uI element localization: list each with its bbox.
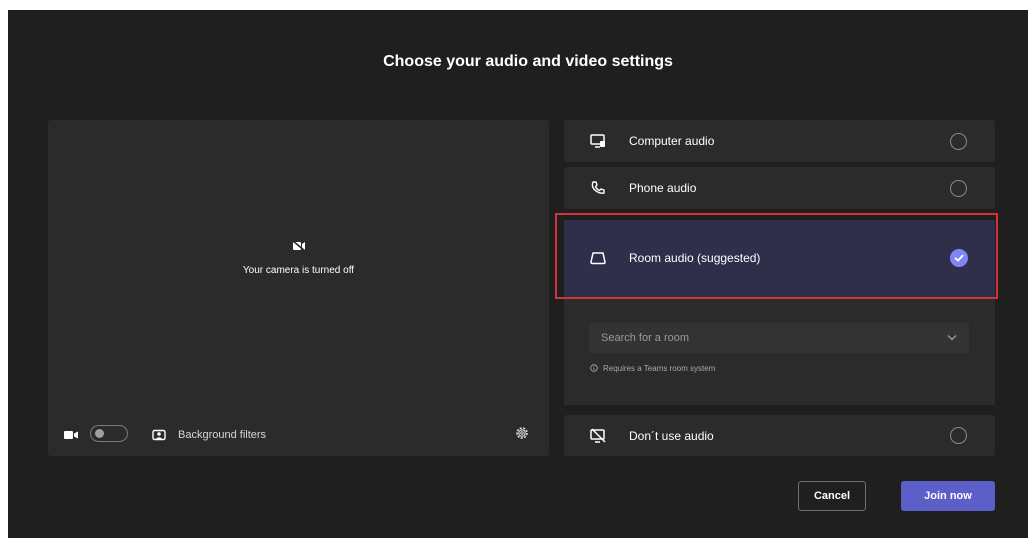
video-preview: Your camera is turned off Background fil…	[48, 120, 549, 456]
camera-icon	[64, 431, 78, 439]
room-audio-icon	[590, 252, 606, 265]
camera-off-indicator: Your camera is turned off	[48, 240, 549, 278]
audio-option-label: Phone audio	[629, 181, 697, 195]
camera-toggle[interactable]	[90, 425, 128, 442]
audio-option-computer[interactable]: Computer audio	[564, 120, 995, 162]
cancel-button[interactable]: Cancel	[798, 481, 866, 511]
audio-option-label: Room audio (suggested)	[629, 251, 761, 265]
background-filters-label[interactable]: Background filters	[178, 429, 266, 441]
preview-controls: Background filters	[48, 412, 549, 456]
audio-option-none[interactable]: Don´t use audio	[564, 415, 995, 456]
phone-audio-radio[interactable]	[950, 180, 967, 197]
computer-audio-radio[interactable]	[950, 133, 967, 150]
camera-off-message: Your camera is turned off	[242, 265, 355, 276]
audio-option-phone[interactable]: Phone audio	[564, 167, 995, 209]
background-filters-icon[interactable]	[152, 429, 166, 441]
computer-audio-icon	[590, 134, 605, 148]
room-requirement-note: Requires a Teams room system	[590, 364, 715, 373]
requirement-text: Requires a Teams room system	[603, 364, 716, 373]
join-now-button[interactable]: Join now	[901, 481, 995, 511]
no-audio-radio[interactable]	[950, 427, 967, 444]
room-search-placeholder: Search for a room	[601, 332, 690, 344]
room-audio-selected-check[interactable]	[950, 249, 968, 267]
phone-icon	[591, 181, 605, 194]
chevron-down-icon	[947, 335, 957, 341]
audio-option-label: Computer audio	[629, 134, 715, 148]
room-search-panel: Search for a room Requires a Teams room …	[564, 299, 995, 405]
info-icon	[590, 364, 598, 372]
camera-off-icon	[291, 240, 306, 252]
room-search-dropdown[interactable]: Search for a room	[589, 323, 969, 353]
audio-option-label: Don´t use audio	[629, 429, 714, 443]
no-audio-icon	[590, 428, 606, 443]
audio-video-settings-dialog: Choose your audio and video settings You…	[8, 10, 1028, 538]
gear-icon[interactable]	[514, 425, 530, 441]
dialog-title: Choose your audio and video settings	[383, 53, 673, 70]
checkmark-icon	[954, 254, 964, 262]
toggle-knob	[95, 429, 104, 438]
audio-option-room[interactable]: Room audio (suggested)	[564, 220, 995, 297]
